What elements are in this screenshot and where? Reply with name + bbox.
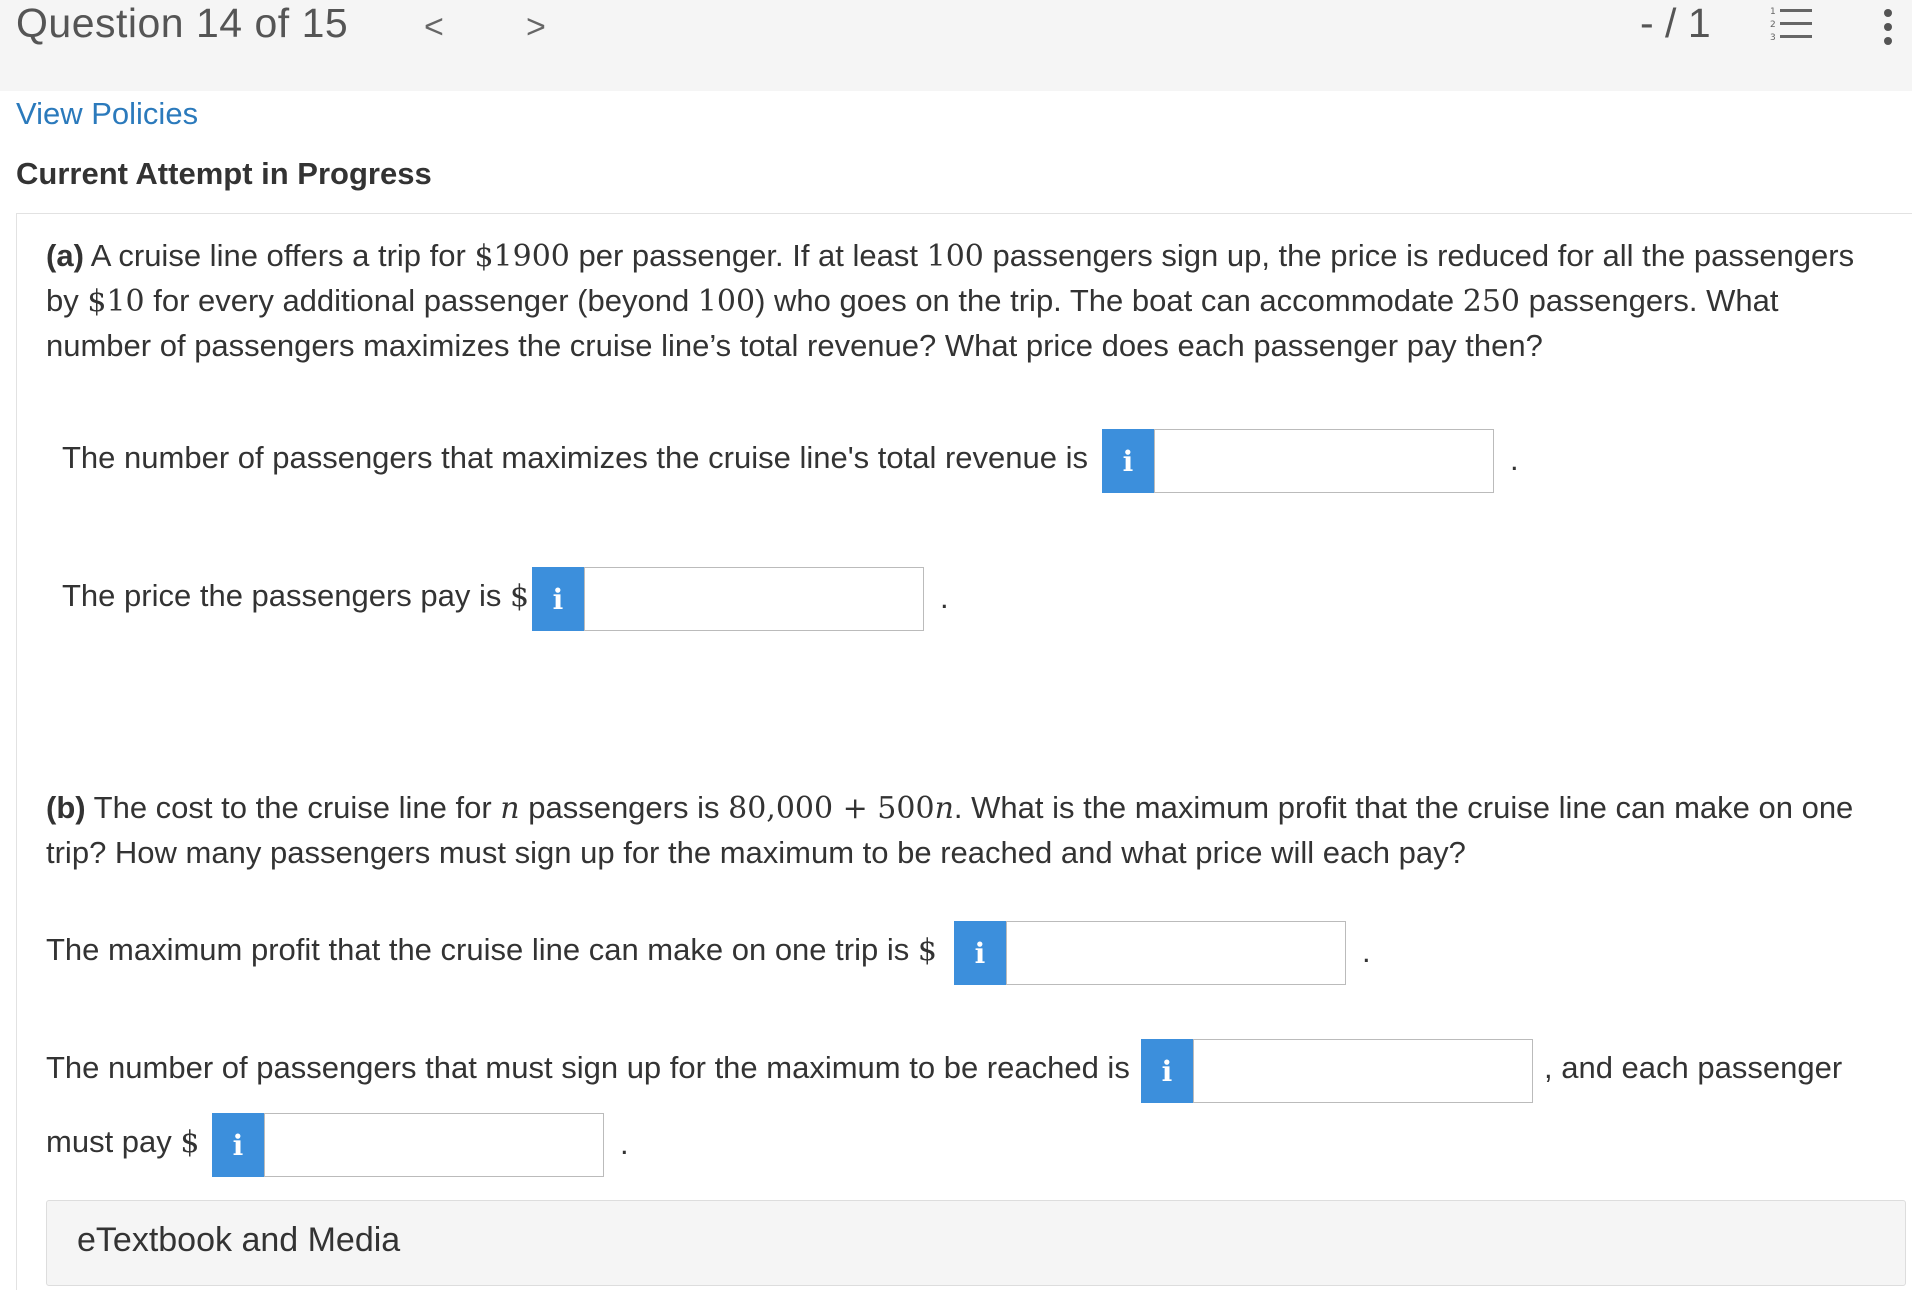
math-value: $1900 — [474, 239, 570, 274]
question-title: Question 14 of 15 — [16, 0, 349, 46]
etextbook-media-panel[interactable]: eTextbook and Media — [46, 1200, 1906, 1286]
dollar-sign: $ — [180, 1125, 200, 1160]
svg-text:1: 1 — [1770, 7, 1776, 17]
content-border — [16, 213, 17, 1290]
math-variable: n — [500, 791, 520, 826]
info-button[interactable]: i — [1102, 429, 1154, 493]
etextbook-media-label: eTextbook and Media — [77, 1221, 401, 1259]
previous-question-arrow[interactable]: < — [424, 8, 444, 47]
math-value: $10 — [87, 284, 145, 319]
svg-text:2: 2 — [1770, 20, 1776, 30]
part-a-question: (a) A cruise line offers a trip for $190… — [46, 234, 1886, 368]
dollar-sign: $ — [917, 933, 937, 968]
dollar-sign: $ — [510, 579, 530, 614]
info-button[interactable]: i — [954, 921, 1006, 985]
divider — [16, 213, 1912, 214]
part-b-q2-label: The number of passengers that must sign … — [46, 1050, 1130, 1085]
label-text: must pay — [46, 1124, 181, 1159]
question-header: Question 14 of 15 < > - / 1 1 2 3 — [0, 0, 1912, 91]
math-value: 80,000 + 500 — [728, 791, 935, 826]
passengers-max-profit-input[interactable] — [1193, 1039, 1533, 1103]
more-options-icon[interactable] — [1880, 8, 1896, 46]
label-text: The price the passengers pay is — [62, 578, 511, 613]
label-text: The maximum profit that the cruise line … — [46, 932, 918, 967]
part-b-q2-suffix: , and each passenger — [1544, 1050, 1843, 1085]
part-a-text: per passenger. If at least — [569, 238, 927, 273]
max-profit-input[interactable] — [1006, 921, 1346, 985]
part-a-text: ) who goes on the trip. The boat can acc… — [755, 283, 1463, 318]
question-score: - / 1 — [1640, 0, 1711, 46]
math-variable: n — [934, 791, 954, 826]
part-b-text: The cost to the cruise line for — [85, 790, 501, 825]
info-button[interactable]: i — [1141, 1039, 1193, 1103]
part-b-q1-label: The maximum profit that the cruise line … — [46, 932, 937, 968]
part-b-q3-label: must pay $ — [46, 1124, 199, 1160]
max-profit-price-input[interactable] — [264, 1113, 604, 1177]
math-value: 250 — [1462, 284, 1520, 319]
part-b-label: (b) — [46, 790, 86, 825]
period: . — [1362, 934, 1371, 969]
part-a-q1-label: The number of passengers that maximizes … — [62, 440, 1088, 475]
part-a-label: (a) — [46, 238, 84, 273]
part-b-question: (b) The cost to the cruise line for n pa… — [46, 786, 1912, 875]
info-button[interactable]: i — [532, 567, 584, 631]
period: . — [620, 1126, 629, 1161]
math-value: 100 — [926, 239, 984, 274]
passenger-price-input[interactable] — [584, 567, 924, 631]
next-question-arrow[interactable]: > — [526, 8, 546, 47]
part-a-text: A cruise line offers a trip for — [83, 238, 475, 273]
period: . — [1510, 442, 1519, 477]
period: . — [940, 580, 949, 615]
passengers-revenue-input[interactable] — [1154, 429, 1494, 493]
part-a-text: for every additional passenger (beyond — [144, 283, 698, 318]
svg-text:3: 3 — [1770, 33, 1776, 43]
part-a-q2-label: The price the passengers pay is $ — [62, 578, 529, 614]
math-value: 100 — [697, 284, 756, 319]
info-button[interactable]: i — [212, 1113, 264, 1177]
part-b-text: passengers is — [519, 790, 729, 825]
question-list-icon[interactable]: 1 2 3 — [1770, 4, 1814, 44]
attempt-status: Current Attempt in Progress — [16, 156, 432, 191]
view-policies-link[interactable]: View Policies — [16, 96, 198, 132]
